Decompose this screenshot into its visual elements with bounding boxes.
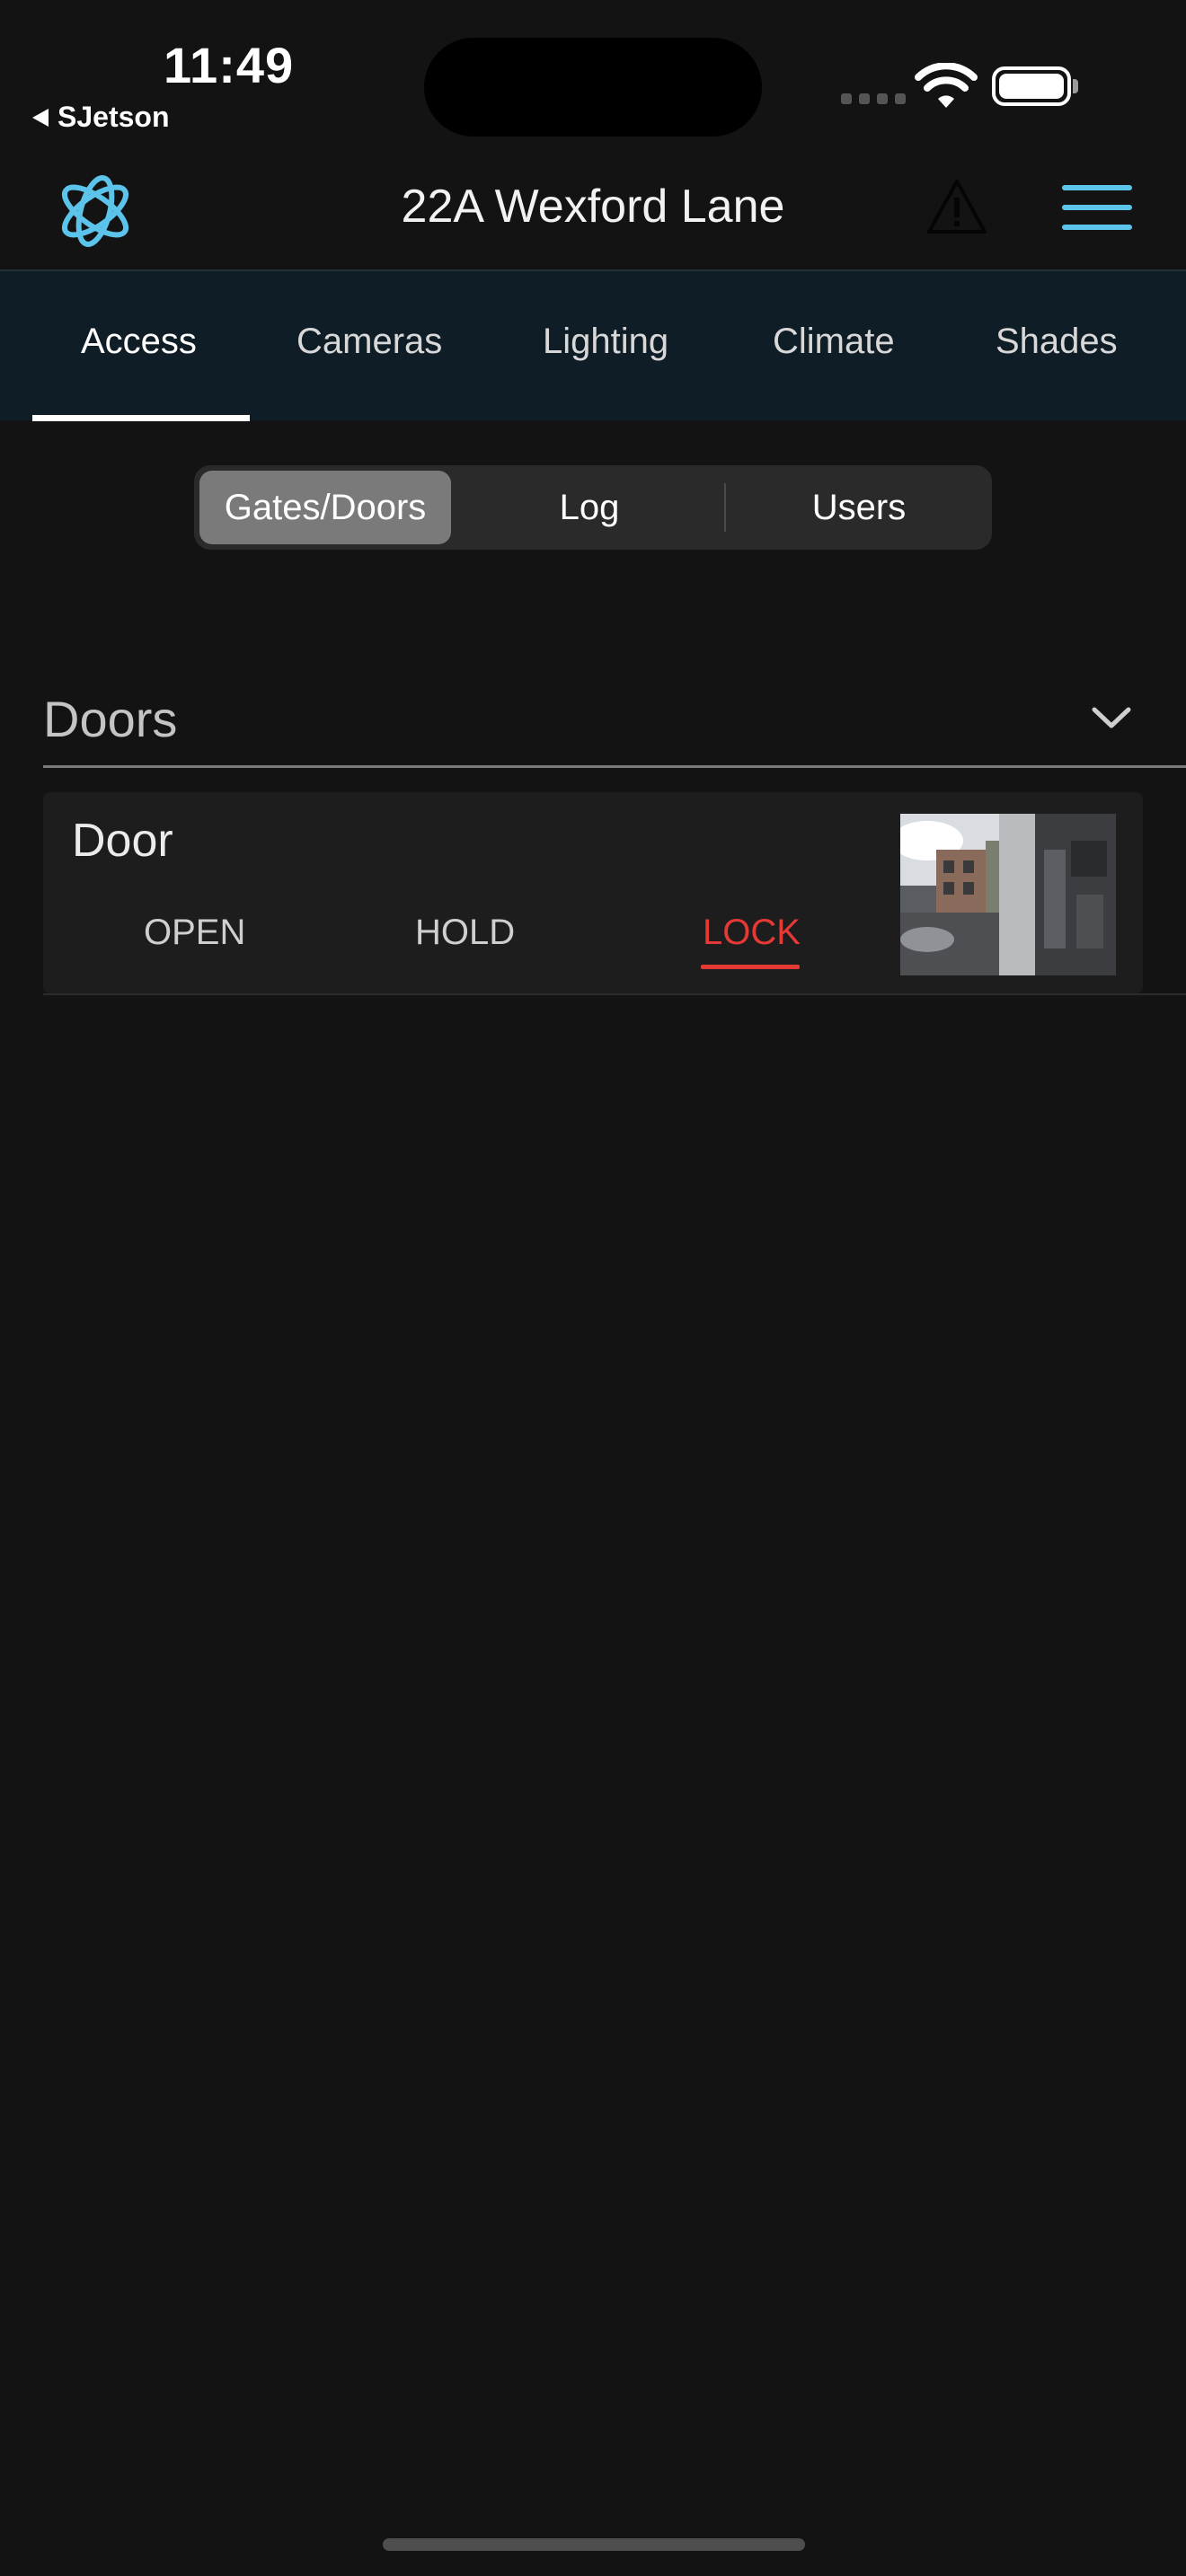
chevron-down-icon[interactable] (1091, 706, 1132, 731)
lock-button[interactable]: LOCK (703, 913, 801, 953)
card-divider (43, 993, 1186, 995)
wifi-icon (915, 63, 978, 108)
segment-log[interactable]: Log (464, 471, 715, 544)
cellular-signal-icon (841, 93, 906, 104)
section-divider (43, 765, 1186, 768)
tab-cameras[interactable]: Cameras (296, 322, 442, 362)
screen: 11:49 SJetson 22A Wexford Lane Access Ca… (0, 0, 1186, 2576)
dynamic-island (424, 38, 762, 137)
battery-nub (1073, 79, 1078, 93)
page-title: 22A Wexford Lane (401, 181, 785, 233)
open-button[interactable]: OPEN (144, 913, 245, 953)
battery-icon (992, 66, 1071, 106)
back-arrow-icon (32, 108, 49, 127)
active-tab-indicator (32, 415, 250, 421)
lock-active-indicator (701, 965, 800, 969)
hamburger-menu-icon[interactable] (1062, 185, 1132, 244)
home-indicator[interactable] (383, 2538, 805, 2551)
status-time: 11:49 (164, 37, 295, 93)
access-segmented-control: Gates/Doors Log Users (194, 465, 992, 550)
segment-users[interactable]: Users (733, 471, 985, 544)
segment-gates-doors[interactable]: Gates/Doors (199, 471, 451, 544)
category-tabs: Access Cameras Lighting Climate Shades (0, 269, 1186, 421)
door-camera-thumbnail[interactable] (900, 814, 1116, 975)
section-title-doors[interactable]: Doors (43, 690, 177, 748)
warning-triangle-icon[interactable] (925, 178, 988, 235)
tab-climate[interactable]: Climate (773, 322, 895, 362)
hold-button[interactable]: HOLD (415, 913, 515, 953)
back-to-app-button[interactable]: SJetson (32, 101, 169, 134)
tab-shades[interactable]: Shades (996, 322, 1118, 362)
back-app-label: SJetson (58, 101, 170, 133)
segment-divider (724, 483, 726, 532)
door-name: Door (72, 815, 173, 867)
tab-lighting[interactable]: Lighting (543, 322, 668, 362)
tab-access[interactable]: Access (81, 322, 197, 362)
